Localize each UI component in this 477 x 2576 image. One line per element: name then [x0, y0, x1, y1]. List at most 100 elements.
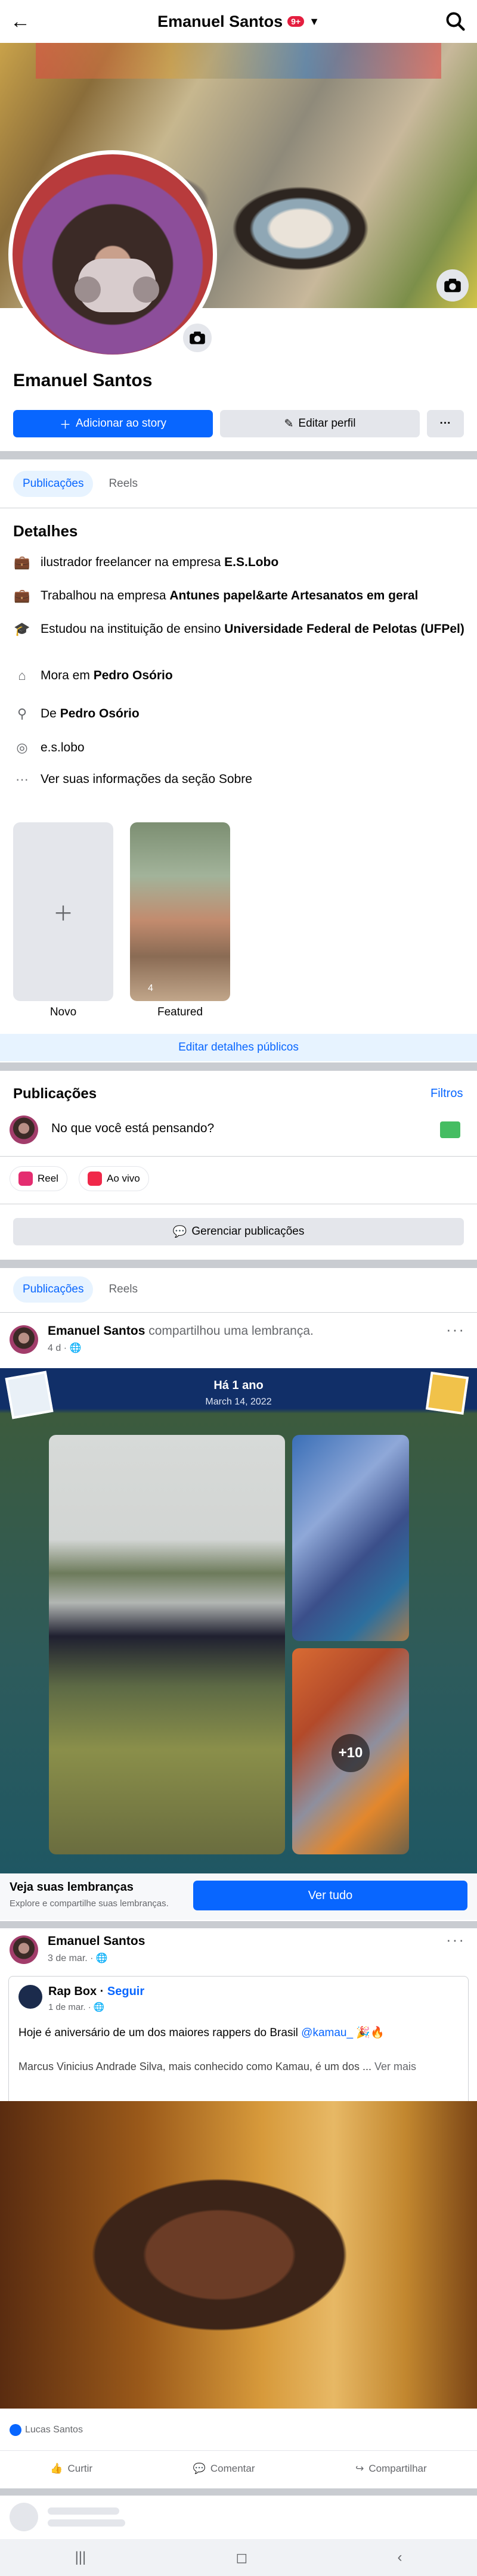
profile-switcher[interactable]: Emanuel Santos 9+ ▼	[157, 13, 320, 31]
memory-card[interactable]: Há 1 ano March 14, 2022 +10	[0, 1368, 477, 1873]
manage-label: Gerenciar publicações	[191, 1225, 305, 1238]
location-pin-icon: ⚲	[17, 706, 27, 721]
memories-title: Veja suas lembranças	[10, 1881, 134, 1894]
back-button-icon[interactable]: ‹	[397, 2549, 402, 2566]
more-button[interactable]: ···	[427, 410, 464, 437]
live-video-icon	[88, 1172, 102, 1186]
search-icon[interactable]	[445, 11, 466, 32]
memory-photo[interactable]	[292, 1435, 409, 1641]
live-label: Ao vivo	[107, 1173, 140, 1184]
memories-footer: Veja suas lembranças Explore e compartil…	[0, 1873, 477, 1920]
caret-down-icon: ▼	[309, 15, 320, 27]
reactor-name: Lucas Santos	[25, 2425, 83, 2435]
globe-icon: 🌐	[69, 1343, 82, 1353]
post-menu-icon[interactable]: ···	[446, 1320, 465, 1339]
comment-button[interactable]: 💬 Comentar	[193, 2463, 255, 2475]
instagram-icon: ◎	[16, 740, 28, 755]
globe-icon: 🌐	[95, 1953, 108, 1963]
see-all-button[interactable]: Ver tudo	[193, 1881, 467, 1910]
post-author[interactable]: Emanuel Santos	[48, 1934, 145, 1949]
share-icon: ↪	[355, 2462, 364, 2474]
graduation-cap-icon: 🎓	[14, 622, 30, 636]
follow-link[interactable]: Seguir	[107, 1985, 144, 1998]
avatar[interactable]	[10, 1935, 38, 1964]
post-text: Marcus Vinicius Andrade Silva, mais conh…	[18, 2061, 416, 2072]
post-photo[interactable]	[0, 2101, 477, 2409]
filters-link[interactable]: Filtros	[430, 1087, 463, 1101]
memory-photo[interactable]	[49, 1435, 285, 1854]
like-reaction-icon	[10, 2424, 21, 2436]
edit-profile-label: Editar perfil	[298, 417, 356, 430]
live-button[interactable]: Ao vivo	[79, 1166, 149, 1191]
back-arrow-icon[interactable]: ←	[8, 10, 32, 33]
reel-button[interactable]: Reel	[10, 1166, 67, 1191]
post-time[interactable]: 4 d · 🌐	[48, 1342, 81, 1354]
divider	[0, 2488, 477, 2496]
page-title: Emanuel Santos	[157, 12, 283, 30]
new-featured-card[interactable]: ＋	[13, 822, 113, 1001]
shared-page-name[interactable]: Rap Box · Seguir	[48, 1985, 144, 1999]
home-button-icon[interactable]: ◻	[236, 2549, 247, 2566]
tab-reels[interactable]: Reels	[99, 471, 147, 497]
share-button[interactable]: ↪ Compartilhar	[355, 2463, 427, 2475]
avatar[interactable]	[10, 1325, 38, 1354]
memory-header: Há 1 ano	[213, 1379, 264, 1392]
add-story-button[interactable]: ＋ Adicionar ao story	[13, 410, 213, 437]
camera-icon[interactable]	[181, 322, 213, 354]
photo-icon[interactable]	[440, 1121, 460, 1138]
publications-title: Publicações	[13, 1086, 97, 1102]
shared-post[interactable]: Rap Box · Seguir 1 de mar. · 🌐 Hoje é an…	[8, 1976, 469, 2113]
detail-past-work: 💼 Trabalhou na empresa Antunes papel&art…	[14, 588, 419, 603]
see-more-link[interactable]: Ver mais	[374, 2061, 416, 2072]
plus-icon: ＋	[53, 902, 73, 925]
divider	[0, 1921, 477, 1928]
camera-icon[interactable]	[436, 269, 469, 302]
post-author[interactable]: Emanuel Santos compartilhou uma lembranç…	[48, 1324, 314, 1338]
divider	[0, 1156, 477, 1157]
detail-instagram[interactable]: ◎ e.s.lobo	[13, 739, 466, 756]
ellipsis-icon: ···	[16, 772, 29, 787]
divider	[0, 1260, 477, 1268]
page-logo[interactable]	[18, 1985, 42, 2009]
photo-frame-icon	[425, 1371, 469, 1415]
notification-badge: 9+	[287, 16, 305, 27]
home-icon: ⌂	[18, 668, 26, 683]
detail-work: 💼 ilustrador freelancer na empresa E.S.L…	[14, 555, 279, 570]
loading-skeleton	[48, 2507, 119, 2515]
shared-time: 1 de mar. · 🌐	[48, 2002, 105, 2012]
plus-icon: ＋	[59, 418, 71, 431]
details-title: Detalhes	[13, 522, 78, 540]
detail-from: ⚲ De Pedro Osório	[13, 706, 466, 722]
pencil-icon: ✎	[284, 417, 294, 430]
profile-name: Emanuel Santos	[13, 371, 153, 390]
manage-posts-button[interactable]: 💬 Gerenciar publicações	[13, 1218, 464, 1245]
mention-link[interactable]: @kamau_	[301, 2027, 353, 2039]
thumbs-up-icon: 👍	[50, 2462, 63, 2474]
composer-input[interactable]: No que você está pensando?	[51, 1121, 214, 1136]
post-menu-icon[interactable]: ···	[446, 1931, 465, 1949]
edit-public-details-button[interactable]: Editar detalhes públicos	[0, 1034, 477, 1061]
recent-apps-icon[interactable]: |||	[75, 2549, 86, 2566]
tab-publications[interactable]: Publicações	[13, 471, 94, 497]
add-story-label: Adicionar ao story	[75, 417, 167, 430]
reactions-summary[interactable]: Lucas Santos	[10, 2424, 83, 2436]
edit-profile-button[interactable]: ✎ Editar perfil	[220, 410, 420, 437]
memories-subtitle: Explore e compartilhe suas lembranças.	[10, 1898, 169, 1909]
avatar	[13, 154, 213, 355]
briefcase-icon: 💼	[14, 555, 30, 570]
see-about-link[interactable]: ··· Ver suas informações da seção Sobre	[13, 771, 466, 788]
tab-reels[interactable]: Reels	[99, 1276, 147, 1303]
avatar	[10, 1115, 38, 1144]
like-button[interactable]: 👍 Curtir	[50, 2463, 92, 2475]
featured-count: 4	[148, 983, 153, 993]
reel-icon	[18, 1172, 33, 1186]
detail-lives-in: ⌂ Mora em Pedro Osório	[13, 667, 466, 684]
briefcase-icon: 💼	[14, 588, 30, 603]
tab-publications[interactable]: Publicações	[13, 1276, 94, 1303]
chat-bubble-icon: 💬	[172, 1226, 187, 1238]
post-time[interactable]: 3 de mar. · 🌐	[48, 1952, 108, 1964]
featured-card[interactable]: 4	[130, 822, 230, 1001]
detail-education: 🎓 Estudou na instituição de ensino Unive…	[14, 622, 464, 636]
featured-label: Featured	[157, 1006, 203, 1018]
more-photos-count[interactable]: +10	[332, 1734, 370, 1772]
